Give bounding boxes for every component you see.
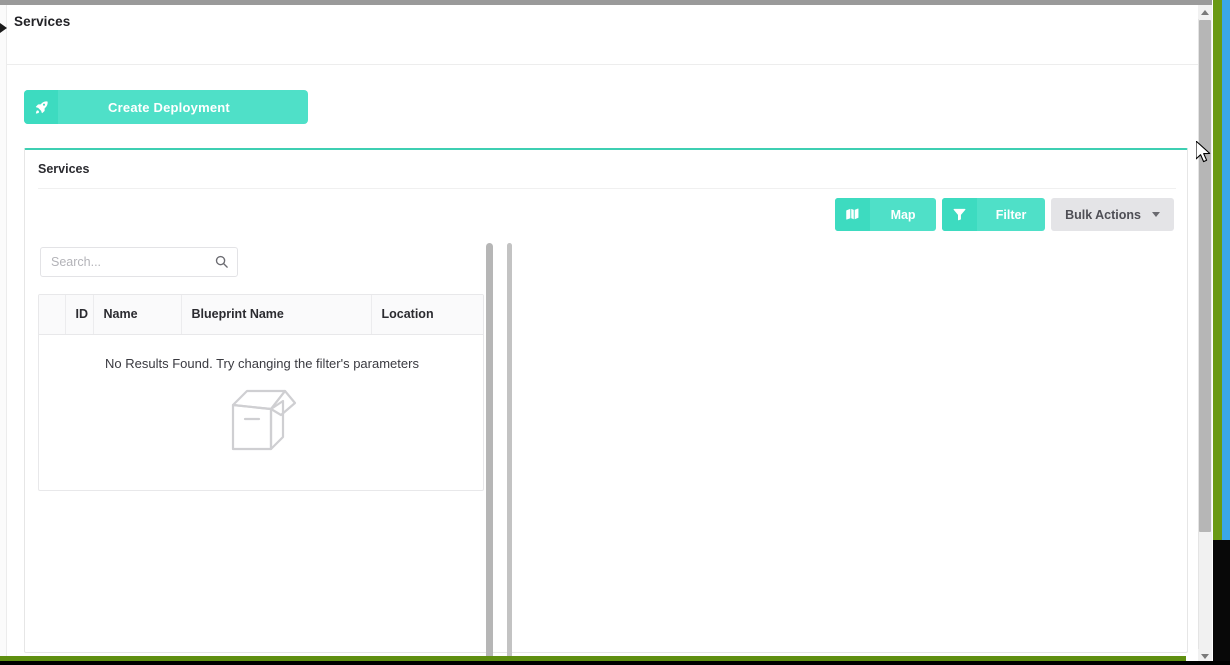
- column-header-location[interactable]: Location: [371, 295, 483, 335]
- browser-scrollbar-thumb[interactable]: [1199, 20, 1211, 532]
- scroll-up-arrow-icon[interactable]: [1198, 5, 1212, 19]
- bottom-black-strip: [0, 661, 1230, 665]
- column-header-id[interactable]: ID: [65, 295, 94, 335]
- panel-divider: [38, 188, 1176, 189]
- map-icon: [835, 198, 871, 231]
- empty-box-icon: [225, 385, 299, 462]
- services-table: ID Name Blueprint Name Location No Resul…: [39, 295, 483, 490]
- table-horizontal-scroll-thumb[interactable]: [486, 243, 493, 663]
- filter-button[interactable]: Filter: [942, 198, 1046, 231]
- search-input[interactable]: [40, 247, 238, 277]
- table-body: No Results Found. Try changing the filte…: [39, 334, 483, 490]
- panel-vertical-scroll-thumb[interactable]: [507, 243, 512, 663]
- empty-state-cell: No Results Found. Try changing the filte…: [39, 334, 483, 490]
- empty-state-message: No Results Found. Try changing the filte…: [105, 355, 419, 371]
- left-edge-divider: [6, 5, 7, 665]
- bottom-right-black-block: [1213, 540, 1230, 665]
- funnel-icon: [942, 198, 978, 231]
- column-header-select[interactable]: [39, 295, 66, 335]
- right-green-strip: [1213, 0, 1222, 540]
- chevron-down-icon: [1152, 212, 1160, 217]
- search-box: [40, 247, 238, 277]
- caret-right-icon: [0, 23, 7, 33]
- create-deployment-label: Create Deployment: [108, 99, 230, 115]
- column-header-blueprint-name[interactable]: Blueprint Name: [181, 295, 372, 335]
- table-empty-row: No Results Found. Try changing the filte…: [39, 334, 483, 490]
- page-title: Services: [14, 14, 71, 29]
- table-head: ID Name Blueprint Name Location: [39, 295, 483, 335]
- panel-header: Services: [25, 150, 1187, 188]
- app-screen: Services Create Deployment Services Map: [0, 0, 1230, 665]
- panel-title: Services: [38, 162, 90, 176]
- breadcrumb: Services: [0, 5, 1205, 65]
- map-button-label: Map: [890, 207, 916, 222]
- panel-toolbar: Map Filter Bulk Actions: [835, 198, 1174, 231]
- create-deployment-button[interactable]: Create Deployment: [24, 90, 308, 124]
- filter-button-label: Filter: [995, 207, 1027, 222]
- rocket-icon: [24, 90, 58, 124]
- map-button[interactable]: Map: [835, 198, 937, 231]
- bulk-actions-label: Bulk Actions: [1065, 207, 1141, 222]
- services-table-container: ID Name Blueprint Name Location No Resul…: [38, 294, 484, 491]
- empty-state: No Results Found. Try changing the filte…: [39, 335, 483, 490]
- table-header-row: ID Name Blueprint Name Location: [39, 295, 483, 335]
- bulk-actions-button[interactable]: Bulk Actions: [1051, 198, 1174, 231]
- services-panel: Services Map Filter Bulk Actions Search.…: [24, 148, 1188, 653]
- column-header-name[interactable]: Name: [93, 295, 182, 335]
